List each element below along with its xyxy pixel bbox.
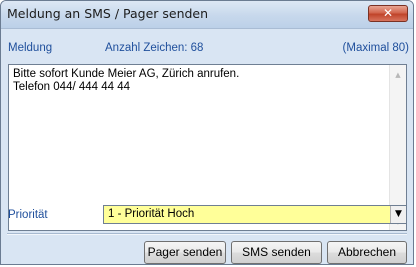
priority-dropdown[interactable]: 1 - Priorität Hoch ▼ xyxy=(103,205,407,224)
priority-label: Priorität xyxy=(8,209,48,221)
sms-pager-dialog: Meldung an SMS / Pager senden ✕ Meldung … xyxy=(0,0,414,265)
dialog-body: Meldung Anzahl Zeichen: 68 (Maximal 80) … xyxy=(1,29,413,264)
send-sms-button[interactable]: SMS senden xyxy=(231,241,322,264)
message-text[interactable]: Bitte sofort Kunde Meier AG, Zürich anru… xyxy=(13,68,386,94)
send-pager-button[interactable]: Pager senden xyxy=(144,241,226,264)
cancel-button[interactable]: Abbrechen xyxy=(327,241,407,264)
close-icon: ✕ xyxy=(382,6,394,20)
max-chars-label: (Maximal 80) xyxy=(342,42,409,54)
priority-selected-value: 1 - Priorität Hoch xyxy=(108,208,195,220)
chevron-down-icon[interactable]: ▼ xyxy=(390,206,406,223)
char-count-label: Anzahl Zeichen: 68 xyxy=(105,42,204,54)
title-bar[interactable]: Meldung an SMS / Pager senden ✕ xyxy=(1,1,413,29)
separator xyxy=(7,233,407,235)
message-label: Meldung xyxy=(8,42,53,54)
window-title: Meldung an SMS / Pager senden xyxy=(7,6,209,21)
scroll-up-icon[interactable]: ▲ xyxy=(390,71,406,79)
close-button[interactable]: ✕ xyxy=(368,5,408,22)
